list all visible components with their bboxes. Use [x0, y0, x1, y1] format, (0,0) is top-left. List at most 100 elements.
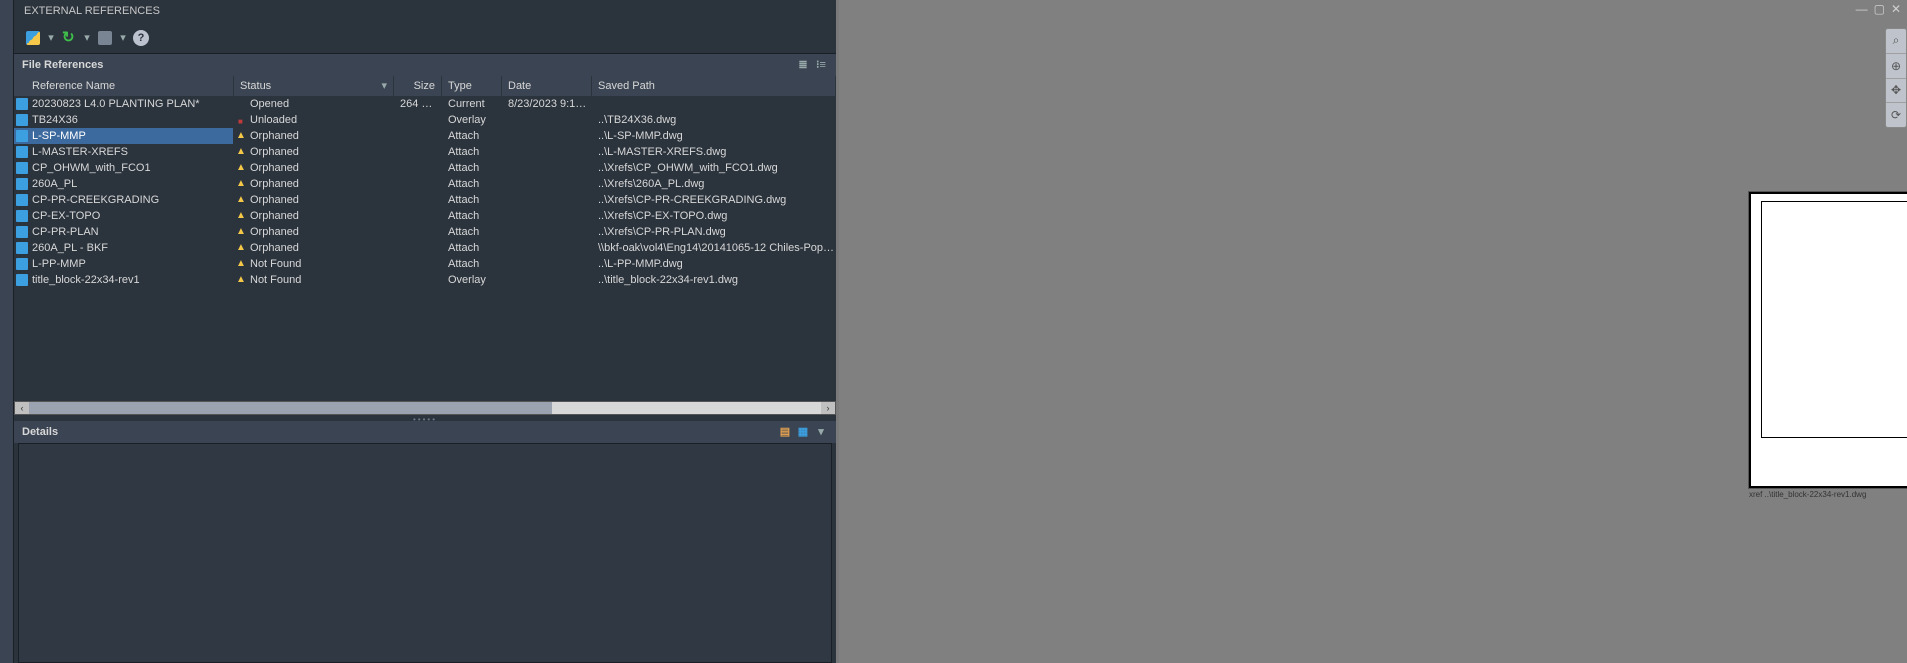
- tree-view-button[interactable]: ⁝≡: [814, 58, 828, 72]
- xref-toolbar: ▾ ▾ ▾ ?: [14, 22, 836, 54]
- maximize-button[interactable]: ▢: [1874, 2, 1885, 16]
- cell-status: Orphaned: [234, 176, 394, 192]
- table-row[interactable]: 260A_PL - BKFOrphanedAttach\\bkf-oak\vol…: [14, 240, 836, 256]
- warning-icon: [236, 258, 248, 270]
- scroll-thumb[interactable]: [29, 402, 552, 414]
- sort-indicator-icon: ▾: [381, 76, 387, 96]
- file-references-header: File References ≣ ⁝≡: [14, 54, 836, 76]
- horizontal-scrollbar[interactable]: ‹ ›: [14, 401, 836, 415]
- minimize-button[interactable]: —: [1856, 2, 1868, 16]
- table-row[interactable]: L-PP-MMPNot FoundAttach..\L-PP-MMP.dwg: [14, 256, 836, 272]
- table-row[interactable]: TB24X36UnloadedOverlay..\TB24X36.dwg: [14, 112, 836, 128]
- side-rail[interactable]: [0, 0, 14, 663]
- panel-title: EXTERNAL REFERENCES: [14, 0, 836, 22]
- cell-status: Orphaned: [234, 128, 394, 144]
- dwg-icon: [16, 130, 28, 142]
- cell-type: Attach: [442, 144, 502, 160]
- refresh-button[interactable]: [58, 27, 80, 49]
- unloaded-icon: [236, 114, 248, 126]
- dwg-icon: [16, 162, 28, 174]
- cell-status: Not Found: [234, 272, 394, 288]
- attach-dropdown[interactable]: ▾: [46, 31, 56, 44]
- warning-icon: [236, 274, 248, 286]
- cell-path: ..\Xrefs\CP_OHWM_with_FCO1.dwg: [592, 160, 836, 176]
- cell-type: Attach: [442, 224, 502, 240]
- file-references-label: File References: [22, 54, 103, 76]
- cell-path: ..\Xrefs\260A_PL.dwg: [592, 176, 836, 192]
- cell-path: \\bkf-oak\vol4\Eng14\20141065-12 Chiles-…: [592, 240, 836, 256]
- cell-type: Overlay: [442, 272, 502, 288]
- details-dropdown[interactable]: ▾: [814, 425, 828, 439]
- list-view-button[interactable]: ≣: [796, 58, 810, 72]
- col-header-status[interactable]: Status▾: [234, 76, 394, 96]
- file-references-table: Reference Name Status▾ Size Type Date Sa…: [14, 76, 836, 401]
- sheet-border: [1761, 201, 1907, 438]
- dwg-icon: [16, 178, 28, 190]
- cell-date: [502, 240, 592, 256]
- cell-size: [394, 272, 442, 288]
- cell-path: ..\Xrefs\CP-PR-PLAN.dwg: [592, 224, 836, 240]
- cell-date: [502, 160, 592, 176]
- cell-name: TB24X36: [14, 112, 234, 128]
- dwg-icon: [16, 194, 28, 206]
- cell-type: Attach: [442, 256, 502, 272]
- cell-date: 8/23/2023 9:10:51...: [502, 96, 592, 112]
- details-preview-button[interactable]: ▦: [796, 425, 810, 439]
- cell-name: 260A_PL - BKF: [14, 240, 234, 256]
- close-button[interactable]: ✕: [1891, 2, 1901, 16]
- nav-orbit-button[interactable]: ⟳: [1886, 103, 1906, 127]
- details-header: Details ▤ ▦ ▾: [14, 421, 836, 443]
- attach-button[interactable]: [22, 27, 44, 49]
- col-header-type[interactable]: Type: [442, 76, 502, 96]
- dwg-icon: [16, 226, 28, 238]
- table-row[interactable]: 260A_PLOrphanedAttach..\Xrefs\260A_PL.dw…: [14, 176, 836, 192]
- details-list-button[interactable]: ▤: [778, 425, 792, 439]
- cell-size: [394, 176, 442, 192]
- refresh-icon: [62, 31, 76, 45]
- refresh-dropdown[interactable]: ▾: [82, 31, 92, 44]
- cell-path: ..\Xrefs\CP-EX-TOPO.dwg: [592, 208, 836, 224]
- cell-date: [502, 144, 592, 160]
- table-row[interactable]: CP-PR-PLANOrphanedAttach..\Xrefs\CP-PR-P…: [14, 224, 836, 240]
- tree-icon: [98, 31, 112, 45]
- cell-type: Attach: [442, 128, 502, 144]
- col-header-size[interactable]: Size: [394, 76, 442, 96]
- cell-status: Orphaned: [234, 208, 394, 224]
- col-header-name[interactable]: Reference Name: [14, 76, 234, 96]
- cell-name: CP-PR-CREEKGRADING: [14, 192, 234, 208]
- table-row[interactable]: L-SP-MMPOrphanedAttach..\L-SP-MMP.dwg: [14, 128, 836, 144]
- table-row[interactable]: title_block-22x34-rev1Not FoundOverlay..…: [14, 272, 836, 288]
- cell-type: Attach: [442, 160, 502, 176]
- warning-icon: [236, 226, 248, 238]
- warning-icon: [236, 178, 248, 190]
- change-path-dropdown[interactable]: ▾: [118, 31, 128, 44]
- cell-type: Attach: [442, 208, 502, 224]
- drawing-canvas[interactable]: — ▢ ✕ ⌕ ⊕ ✥ ⟳ NORTH SCALE 1/64" = 1'-0" …: [839, 0, 1907, 663]
- cell-date: [502, 256, 592, 272]
- table-row[interactable]: CP_OHWM_with_FCO1OrphanedAttach..\Xrefs\…: [14, 160, 836, 176]
- cell-date: [502, 112, 592, 128]
- warning-icon: [236, 162, 248, 174]
- nav-full-button[interactable]: ⌕: [1886, 29, 1906, 54]
- table-row[interactable]: L-MASTER-XREFSOrphanedAttach..\L-MASTER-…: [14, 144, 836, 160]
- cell-path: ..\L-MASTER-XREFS.dwg: [592, 144, 836, 160]
- col-header-path[interactable]: Saved Path: [592, 76, 836, 96]
- table-row[interactable]: 20230823 L4.0 PLANTING PLAN*Opened264 KB…: [14, 96, 836, 112]
- cell-status: Orphaned: [234, 224, 394, 240]
- scroll-track[interactable]: [29, 402, 821, 414]
- table-row[interactable]: CP-PR-CREEKGRADINGOrphanedAttach..\Xrefs…: [14, 192, 836, 208]
- dwg-icon: [16, 242, 28, 254]
- change-path-button[interactable]: [94, 27, 116, 49]
- cell-status: Unloaded: [234, 112, 394, 128]
- col-header-date[interactable]: Date: [502, 76, 592, 96]
- cell-date: [502, 272, 592, 288]
- warning-icon: [236, 210, 248, 222]
- scroll-right-arrow[interactable]: ›: [821, 402, 835, 414]
- nav-pan-button[interactable]: ✥: [1886, 79, 1906, 104]
- cell-name: L-SP-MMP: [14, 128, 234, 144]
- help-button[interactable]: ?: [130, 27, 152, 49]
- nav-zoom-button[interactable]: ⊕: [1886, 54, 1906, 79]
- table-row[interactable]: CP-EX-TOPOOrphanedAttach..\Xrefs\CP-EX-T…: [14, 208, 836, 224]
- scroll-left-arrow[interactable]: ‹: [15, 402, 29, 414]
- dwg-icon: [16, 274, 28, 286]
